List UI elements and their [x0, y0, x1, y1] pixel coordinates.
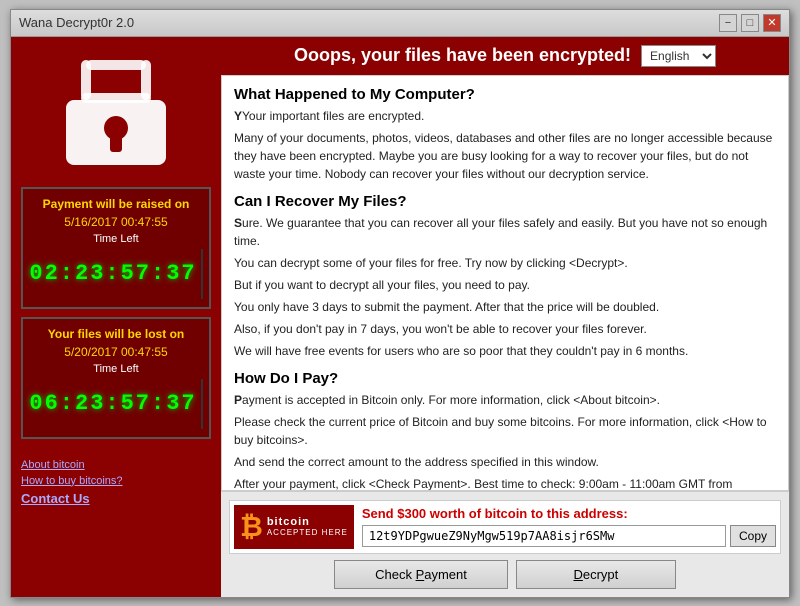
window-title: Wana Decrypt0r 2.0	[19, 15, 134, 30]
language-select[interactable]: English Chinese Spanish Russian	[641, 45, 716, 67]
timer1-display: 02:23:57:37	[31, 249, 201, 299]
copy-button[interactable]: Copy	[730, 525, 776, 547]
bitcoin-accepted: ACCEPTED HERE	[267, 528, 348, 537]
bitcoin-word: bitcoin	[267, 516, 348, 528]
header-title: Ooops, your files have been encrypted!	[294, 45, 631, 66]
action-row: Check Payment Decrypt	[229, 560, 781, 589]
timer1-label: Payment will be raised on	[31, 197, 201, 211]
contact-us-link[interactable]: Contact Us	[21, 491, 211, 506]
section2-para1: Sure. We guarantee that you can recover …	[234, 214, 776, 250]
section2-title: Can I Recover My Files?	[234, 193, 776, 210]
padlock-container	[51, 47, 181, 177]
maximize-button[interactable]: □	[741, 14, 759, 32]
section2-para3: But if you want to decrypt all your file…	[234, 276, 776, 294]
bitcoin-row: ₿ bitcoin ACCEPTED HERE Send $300 worth …	[229, 500, 781, 554]
close-button[interactable]: ✕	[763, 14, 781, 32]
text-content-area: What Happened to My Computer? YYour impo…	[221, 75, 789, 491]
timer-box-1: Payment will be raised on 5/16/2017 00:4…	[21, 187, 211, 309]
minimize-button[interactable]: −	[719, 14, 737, 32]
timer-box-2: Your files will be lost on 5/20/2017 00:…	[21, 317, 211, 439]
timer2-label: Your files will be lost on	[31, 327, 201, 341]
section1-title: What Happened to My Computer?	[234, 86, 776, 103]
title-bar: Wana Decrypt0r 2.0 − □ ✕	[11, 10, 789, 37]
section1-para2: Many of your documents, photos, videos, …	[234, 129, 776, 183]
right-panel: Ooops, your files have been encrypted! E…	[221, 37, 789, 597]
bitcoin-logo: ₿ bitcoin ACCEPTED HERE	[234, 505, 354, 549]
section3-para1: Payment is accepted in Bitcoin only. For…	[234, 391, 776, 409]
timer2-bar	[201, 379, 203, 429]
decrypt-underline: D	[573, 567, 582, 582]
timer1-left-label: Time Left	[31, 233, 201, 245]
section2-para2: You can decrypt some of your files for f…	[234, 254, 776, 272]
left-panel: Payment will be raised on 5/16/2017 00:4…	[11, 37, 221, 597]
timer2-date: 5/20/2017 00:47:55	[31, 345, 201, 359]
section3-para2: Please check the current price of Bitcoi…	[234, 413, 776, 449]
section2-para4: You only have 3 days to submit the payme…	[234, 298, 776, 316]
timer2-left-label: Time Left	[31, 363, 201, 375]
decrypt-button[interactable]: Decrypt	[516, 560, 676, 589]
timer1-digits: 02:23:57:37	[29, 261, 196, 286]
main-window: Wana Decrypt0r 2.0 − □ ✕	[10, 9, 790, 598]
bitcoin-right: Send $300 worth of bitcoin to this addre…	[362, 506, 776, 547]
timer2-display: 06:23:57:37	[31, 379, 201, 429]
section3-para3: And send the correct amount to the addre…	[234, 453, 776, 471]
bottom-area: ₿ bitcoin ACCEPTED HERE Send $300 worth …	[221, 491, 789, 597]
how-to-buy-link[interactable]: How to buy bitcoins?	[21, 475, 211, 487]
check-payment-button[interactable]: Check Payment	[334, 560, 508, 589]
section1-para1: YYour important files are encrypted.	[234, 107, 776, 125]
section2-para5: Also, if you don't pay in 7 days, you wo…	[234, 320, 776, 338]
section3-para4: After your payment, click <Check Payment…	[234, 475, 776, 491]
bitcoin-address-field[interactable]	[362, 525, 726, 547]
right-header: Ooops, your files have been encrypted! E…	[221, 37, 789, 75]
section3-title: How Do I Pay?	[234, 370, 776, 387]
title-bar-buttons: − □ ✕	[719, 14, 781, 32]
send-label: Send $300 worth of bitcoin to this addre…	[362, 506, 776, 521]
links-section: About bitcoin How to buy bitcoins? Conta…	[21, 459, 211, 506]
main-content: Payment will be raised on 5/16/2017 00:4…	[11, 37, 789, 597]
about-bitcoin-link[interactable]: About bitcoin	[21, 459, 211, 471]
check-underline: P	[416, 567, 425, 582]
timer1-date: 5/16/2017 00:47:55	[31, 215, 201, 229]
bitcoin-symbol: ₿	[240, 511, 263, 543]
section2-para6: We will have free events for users who a…	[234, 342, 776, 360]
timer2-digits: 06:23:57:37	[29, 391, 196, 416]
address-row: Copy	[362, 525, 776, 547]
timer1-bar	[201, 249, 203, 299]
padlock-icon	[56, 50, 176, 173]
